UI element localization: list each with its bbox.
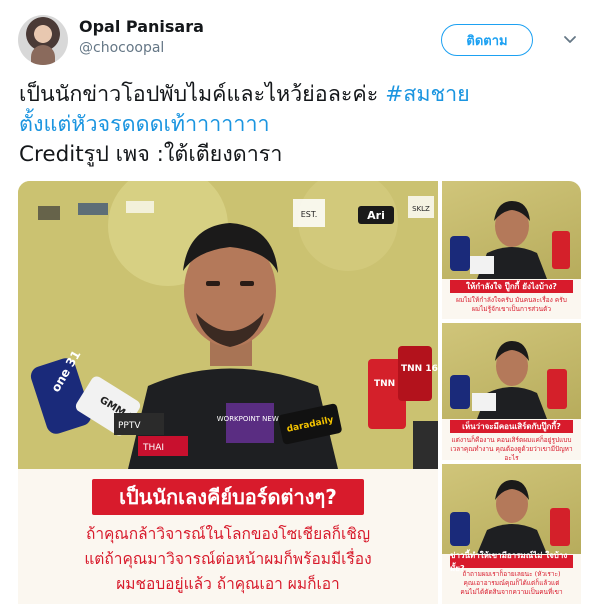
caption-panel: เป็นนักเลงคีย์บอร์ดต่างๆ? ถ้าคุณกล้าวิจา… [18,469,438,604]
photo-scene: EST. Ari SKLZ one 31 GMM 25 PPTV THAI WO… [18,181,438,469]
tweet-text-segment: เป็นนักข่าวโอปพับไมค์และไหว้ย่อละค่ะ [19,82,386,107]
caption-body: ถ้าคุณกล้าวิจารณ์ในโลกของโซเชียลก็เชิญ แ… [38,522,418,597]
tweet-header: Opal Panisara @chocoopal ติดตาม [0,0,589,70]
thumbnail-line: ผมไม่รู้จักเขาเป็นการส่วนตัว [472,305,551,313]
thumbnail-line: ถ้าถามผมเราก็อายเลยนะ (หัวเราะ) [462,570,561,578]
avatar-figure [31,45,55,65]
thumbnail-photo [442,464,581,554]
caption-line: ผมชอบอยู่แล้ว ถ้าคุณเอา ผมก็เอา [116,575,340,593]
thumbnail-line: ผมไม่ให้กำลังใจครับ มันคนละเรื่อง ครับ [456,296,567,304]
thumbnail-photo-scene [450,480,570,554]
thumbnail-3[interactable]: ข่าวนี้ทำให้เขามีอารมณ์ไม่ ใจบ้างมั้ย? ถ… [442,464,581,604]
thumbnail-photo-scene [450,341,567,419]
thumbnail-title: ให้กำลังใจ ปู๊กกี้ ยังไงบ้าง? [450,280,573,293]
thumbnail-line: เวลาคุณทำงาน คุณต้องดูด้วยว่าเขามีปัญหาอ… [450,445,573,460]
mic-workpoint-label: WORKPOINT NEWS [217,415,284,423]
tweet-media[interactable]: EST. Ari SKLZ one 31 GMM 25 PPTV THAI WO… [18,181,581,604]
main-photo[interactable]: EST. Ari SKLZ one 31 GMM 25 PPTV THAI WO… [18,181,438,469]
user-handle[interactable]: @chocoopal [79,40,164,56]
caption-line: แต่ถ้าคุณมาวิจารณ์ต่อหน้าผมก็พร้อมมีเรื่… [84,550,372,568]
display-name[interactable]: Opal Panisara [79,17,204,36]
mic-tnn-label-2: TNN 16 [401,364,438,374]
thumbnail-body: ถ้าถามผมเราก็อายเลยนะ (หัวเราะ) คุณเอาอา… [446,570,577,597]
mic-thai-label: THAI [142,443,164,453]
tweet-line-1: เป็นนักข่าวโอปพับไมค์และไหว้ย่อละค่ะ #สม… [19,80,574,110]
logo-ari: Ari [367,209,385,222]
logo-est: EST. [301,210,318,219]
thumbnail-photo-scene [450,201,570,279]
hashtag-link-continued[interactable]: ตั้งแต่หัวจรดดดเท้าาาาาาา [19,112,270,137]
tweet-text: เป็นนักข่าวโอปพับไมค์และไหว้ย่อละค่ะ #สม… [19,80,574,170]
avatar[interactable] [18,15,68,65]
follow-button[interactable]: ติดตาม [441,24,533,56]
hashtag-link[interactable]: #สมชาย [385,82,470,107]
thumbnail-line: คุณเอาอารมณ์คุณก็ได้แต่ก็แล้วแต่ [463,579,560,587]
caption-title: เป็นนักเลงคีย์บอร์ดต่างๆ? [92,479,364,515]
thumbnail-photo [442,323,581,419]
thumbnail-photo [442,181,581,279]
thumbnail-line: คนไม่ได้ตัดสินจากความเป็นคนที่เขา [460,588,563,596]
thumbnail-line: แต่งานก็คืองาน คอนเสิร์ตผมแค่ก็อยู่รูปแบ… [451,436,572,444]
tweet-line-2: ตั้งแต่หัวจรดดดเท้าาาาาาา [19,110,574,140]
mic-pptv-label: PPTV [118,421,141,431]
thumbnail-1[interactable]: ให้กำลังใจ ปู๊กกี้ ยังไงบ้าง? ผมไม่ให้กำ… [442,181,581,319]
caption-line: ถ้าคุณกล้าวิจารณ์ในโลกของโซเชียลก็เชิญ [85,525,371,543]
thumbnail-body: ผมไม่ให้กำลังใจครับ มันคนละเรื่อง ครับ ผ… [446,296,577,314]
thumbnail-title: เห็นว่าจะมีคอนเสิร์ตกับปู๊กกี้? [450,420,573,433]
thumbnail-title: ข่าวนี้ทำให้เขามีอารมณ์ไม่ ใจบ้างมั้ย? [450,551,573,573]
thumbnail-2[interactable]: เห็นว่าจะมีคอนเสิร์ตกับปู๊กกี้? แต่งานก็… [442,323,581,460]
chevron-down-icon[interactable] [561,30,579,48]
thumbnail-body: แต่งานก็คืองาน คอนเสิร์ตผมแค่ก็อยู่รูปแบ… [446,436,577,460]
logo-sklz: SKLZ [412,205,430,213]
tweet-line-3: Creditรูป เพจ :ใต้เตียงดารา [19,142,283,167]
